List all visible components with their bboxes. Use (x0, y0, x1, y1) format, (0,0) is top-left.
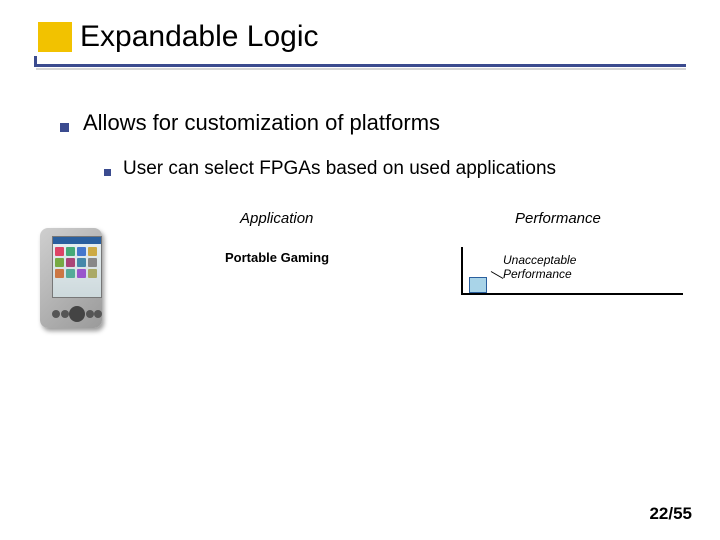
device-app-icon (77, 269, 86, 278)
row-application-label: Portable Gaming (225, 250, 329, 265)
title-underline (34, 64, 686, 67)
device-screen-icons (53, 245, 101, 280)
device-app-icon (88, 247, 97, 256)
device-app-icon (77, 258, 86, 267)
chart-x-axis (461, 293, 683, 295)
title-underline-shadow (36, 68, 686, 70)
chart-bar (469, 277, 487, 293)
bullet-level2: User can select FPGAs based on used appl… (104, 158, 680, 180)
device-app-icon (55, 269, 64, 278)
handheld-device-image (34, 228, 108, 332)
bullet-square-icon (60, 123, 69, 132)
column-header-performance: Performance (515, 210, 601, 227)
device-app-icon (66, 258, 75, 267)
device-screen-titlebar (53, 237, 101, 244)
bullet-l2-text: User can select FPGAs based on used appl… (123, 158, 556, 180)
perf-label-line1: Unacceptable Performance (503, 253, 576, 281)
column-header-application: Application (240, 210, 313, 227)
device-app-icon (77, 247, 86, 256)
device-body (40, 228, 102, 328)
device-app-icon (88, 258, 97, 267)
device-app-icon (88, 269, 97, 278)
device-app-icon (55, 247, 64, 256)
chart-y-axis (461, 247, 463, 295)
device-hw-button (94, 310, 102, 318)
bullet-level1: Allows for customization of platforms (60, 110, 680, 136)
chart-annotation-label: Unacceptable Performance (503, 253, 576, 282)
device-button-row (52, 306, 102, 322)
bullet-l1-text: Allows for customization of platforms (83, 110, 440, 136)
device-app-icon (66, 269, 75, 278)
device-dpad (69, 306, 85, 322)
performance-bar-chart: Unacceptable Performance (455, 247, 685, 301)
bullet-square-small-icon (104, 169, 111, 176)
content-area: Allows for customization of platforms Us… (60, 110, 680, 180)
chart-annotation-line (491, 271, 504, 279)
device-screen (52, 236, 102, 298)
device-hw-button (61, 310, 69, 318)
device-hw-button (52, 310, 60, 318)
device-hw-button (86, 310, 94, 318)
page-number: 22/55 (649, 504, 692, 524)
device-app-icon (66, 247, 75, 256)
device-app-icon (55, 258, 64, 267)
title-accent-block (38, 22, 72, 52)
title-bar: Expandable Logic (0, 16, 720, 76)
slide-title: Expandable Logic (80, 20, 319, 54)
